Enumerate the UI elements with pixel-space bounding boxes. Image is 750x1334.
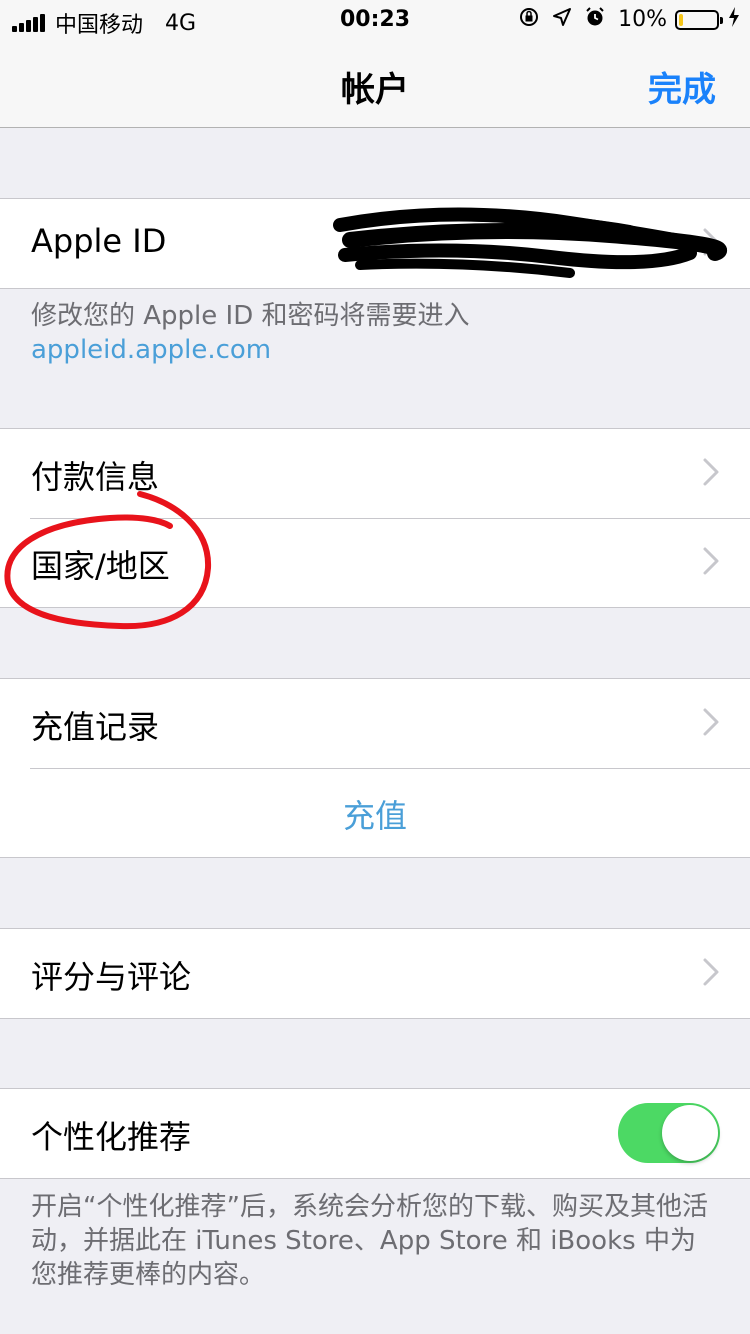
network-type: 4G [165, 10, 197, 36]
signal-icon [12, 14, 47, 32]
alarm-icon [584, 6, 606, 33]
redaction-scribble [333, 207, 728, 278]
carrier-name: 中国移动 [55, 13, 144, 38]
topup-row[interactable]: 充值 [0, 768, 750, 857]
apple-id-footer-text: 修改您的 Apple ID 和密码将需要进入 [31, 301, 470, 331]
chevron-right-icon [703, 958, 719, 986]
chevron-right-icon [703, 458, 719, 486]
rotation-lock-icon [518, 6, 540, 33]
purchase-history-row[interactable]: 充值记录 [0, 679, 750, 768]
ratings-reviews-label: 评分与评论 [31, 958, 192, 996]
chevron-right-icon [703, 547, 719, 575]
account-info-group: 付款信息 国家/地区 [0, 428, 750, 608]
country-region-label: 国家/地区 [31, 547, 170, 585]
payment-info-label: 付款信息 [31, 458, 160, 496]
personalization-label: 个性化推荐 [31, 1118, 192, 1156]
ratings-reviews-row[interactable]: 评分与评论 [0, 929, 750, 1018]
personalization-toggle[interactable] [618, 1103, 720, 1163]
personalization-group: 个性化推荐 [0, 1088, 750, 1179]
navigation-bar: 帐户 完成 [0, 40, 750, 128]
apple-id-footer: 修改您的 Apple ID 和密码将需要进入 appleid.apple.com [31, 299, 720, 367]
status-left: 中国移动 4G [12, 7, 196, 39]
personalization-footer: 开启“个性化推荐”后，系统会分析您的下载、购买及其他活动，并据此在 iTunes… [31, 1192, 708, 1290]
battery-percent: 10% [618, 6, 667, 32]
location-arrow-icon [552, 7, 572, 32]
done-button[interactable]: 完成 [648, 62, 716, 111]
purchase-history-label: 充值记录 [31, 708, 160, 746]
status-right: 10% [506, 6, 740, 33]
page-title: 帐户 [341, 70, 409, 110]
purchase-group: 充值记录 充值 [0, 678, 750, 858]
apple-id-link[interactable]: appleid.apple.com [31, 333, 720, 367]
personalization-row: 个性化推荐 [0, 1089, 750, 1178]
battery-icon [675, 9, 723, 30]
payment-info-row[interactable]: 付款信息 [0, 429, 750, 518]
topup-button[interactable]: 充值 [0, 791, 750, 837]
apple-id-label: Apple ID [31, 222, 167, 260]
charging-bolt-icon [728, 7, 740, 32]
status-bar: 中国移动 4G 00:23 10% [0, 0, 750, 40]
country-region-row[interactable]: 国家/地区 [0, 518, 750, 607]
chevron-right-icon [703, 708, 719, 736]
ratings-group: 评分与评论 [0, 928, 750, 1019]
toggle-knob[interactable] [662, 1105, 718, 1161]
